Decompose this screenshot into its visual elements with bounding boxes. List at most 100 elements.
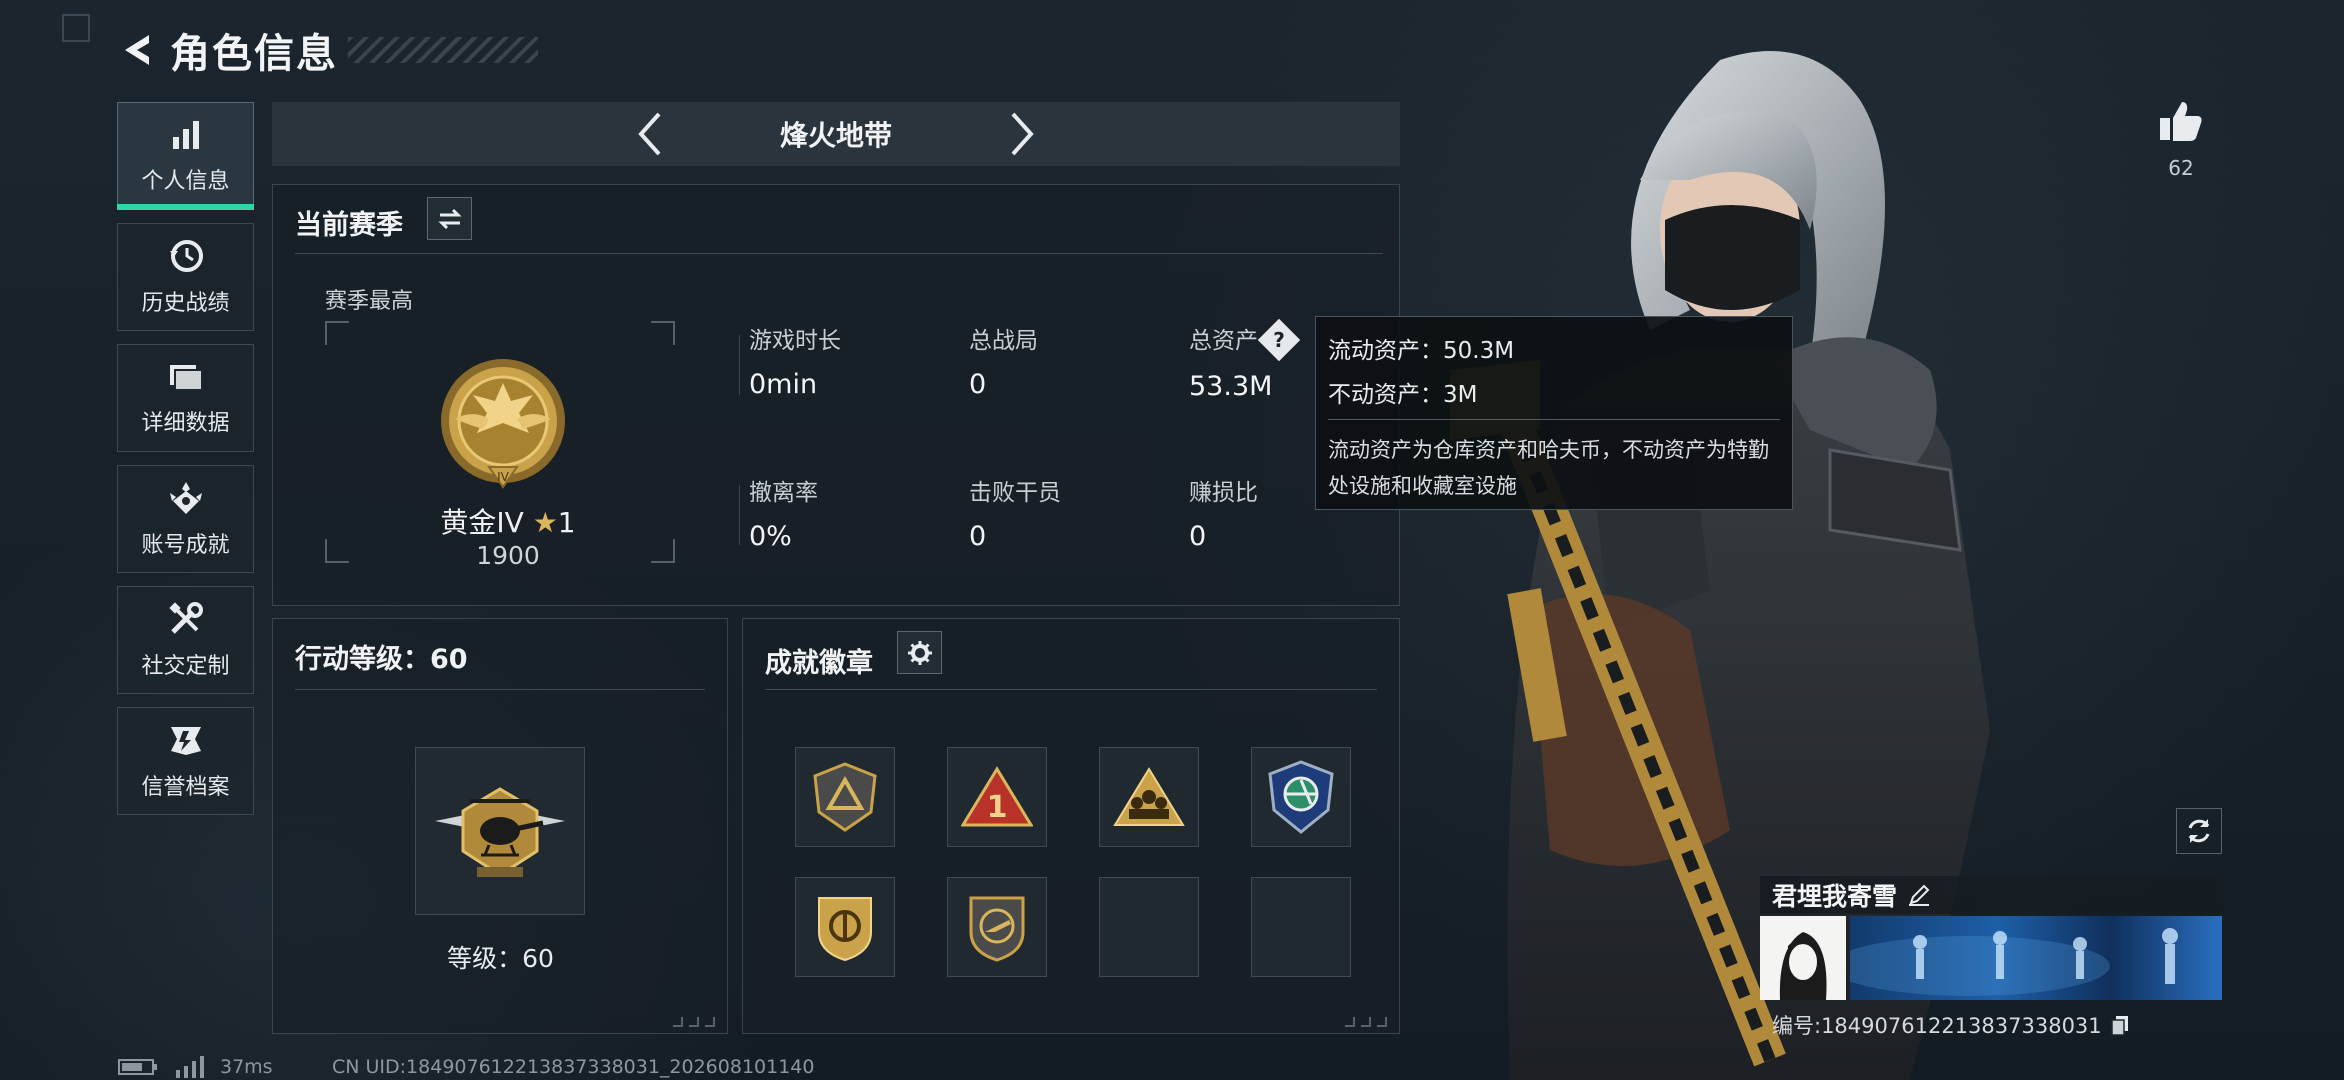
swap-icon [437, 208, 462, 229]
profile-name: 君埋我寄雪 [1772, 882, 1898, 911]
ping-value: 37ms [220, 1056, 273, 1078]
badge-slot[interactable]: 1 [947, 747, 1047, 847]
badge-slot-empty[interactable] [1099, 877, 1199, 977]
back-button[interactable] [118, 30, 158, 70]
copy-icon[interactable] [2110, 1014, 2130, 1036]
title-decoration [348, 37, 538, 63]
back-arrow-icon [125, 35, 149, 65]
squad-triangle-badge-icon [1113, 767, 1185, 826]
profile-cards [1760, 916, 2222, 1000]
rank-name: 黄金IV [440, 506, 524, 539]
stat-label: 游戏时长 [749, 328, 841, 354]
tooltip-liquid-assets: 流动资产：50.3M [1328, 338, 1515, 364]
number-one-badge-icon: 1 [961, 766, 1033, 827]
round-shield-badge-icon [818, 897, 872, 962]
sidebar-item-social[interactable]: 社交定制 [117, 586, 254, 694]
rank-stars: 1 [557, 506, 576, 539]
achievement-badges-panel: 成就徽章 1 [742, 618, 1400, 1034]
sidebar-item-label: 账号成就 [141, 533, 230, 558]
star-icon: ★ [532, 506, 558, 539]
thumbs-up-icon [2160, 102, 2202, 141]
prev-mode-button[interactable] [630, 108, 670, 160]
avatar-illustration-icon [1760, 916, 1846, 1000]
avatar[interactable] [1760, 916, 1846, 1000]
profile-id-row: 编号:18490761221383733803​1 [1760, 1010, 2222, 1040]
achievement-icon [169, 482, 202, 514]
refresh-icon [2188, 819, 2210, 843]
stat-total-matches: 总战局 0 [969, 321, 1038, 400]
stat-extract-rate: 撤离率 0% [749, 473, 818, 552]
sidebar-item-label: 个人信息 [141, 169, 230, 194]
tools-icon [168, 602, 203, 634]
page-title: 角色信息 [170, 31, 338, 77]
stat-value: 0% [749, 521, 792, 552]
season-panel: 当前赛季 赛季最高 IV 黄金IV ★1 1900 游戏时长 0min 总战局 … [272, 184, 1400, 606]
badge-slot[interactable] [795, 877, 895, 977]
badge-slot[interactable] [1251, 747, 1351, 847]
badge-slot[interactable] [795, 747, 895, 847]
stat-value: 0 [969, 521, 987, 552]
svg-text:IV: IV [497, 470, 510, 484]
stat-label: 总资产? [1189, 318, 1301, 361]
season-switch-button[interactable] [427, 197, 472, 240]
profile-id: 编号:18490761221383733803​1 [1772, 1014, 2102, 1038]
stat-label: 赚损比 [1189, 480, 1258, 506]
divider [295, 253, 1383, 254]
badges-settings-button[interactable] [897, 631, 942, 674]
sidebar-item-achievements[interactable]: 账号成就 [117, 465, 254, 573]
stat-value: 0 [969, 369, 987, 400]
stat-value: 53.3M [1189, 370, 1273, 402]
stat-label: 击败干员 [969, 480, 1061, 506]
battery-icon [118, 1059, 157, 1075]
sidebar-item-reputation[interactable]: 信誉档案 [117, 707, 254, 815]
wing-emblem-badge-icon [1268, 760, 1334, 834]
sidebar-item-label: 信誉档案 [141, 775, 230, 800]
edit-pencil-icon[interactable] [1907, 883, 1931, 907]
sidebar: 个人信息 历史战绩 详细数据 账号成就 社交定制 信誉档案 [117, 102, 254, 828]
tooltip-description: 流动资产为仓库资产和哈夫币，不动资产为特勤处设施和收藏室设施 [1328, 438, 1769, 498]
corner-decoration [1345, 1017, 1387, 1027]
folder-icon [169, 365, 203, 391]
stat-operators-defeated: 击败干员 0 [969, 473, 1061, 552]
refresh-button[interactable] [2176, 808, 2222, 854]
history-clock-icon [169, 240, 203, 272]
mode-selector: 烽火地带 [272, 102, 1400, 166]
gold-rank-badge-icon: IV [441, 359, 565, 489]
help-icon[interactable]: ? [1257, 318, 1301, 361]
tooltip-fixed-assets: 不动资产：3M [1328, 382, 1478, 408]
profile-banner[interactable] [1850, 916, 2222, 1000]
sidebar-item-detail-data[interactable]: 详细数据 [117, 344, 254, 452]
divider [739, 335, 740, 395]
sidebar-item-profile[interactable]: 个人信息 [117, 102, 254, 210]
banner-art-icon [1850, 928, 2178, 996]
like-button[interactable]: 62 [2156, 98, 2206, 180]
sidebar-item-history[interactable]: 历史战绩 [117, 223, 254, 331]
stat-label: 撤离率 [749, 480, 818, 506]
gear-icon [907, 640, 932, 665]
stat-profit-loss-ratio: 赚损比 0 [1189, 473, 1258, 552]
badge-slot[interactable] [1099, 747, 1199, 847]
sidebar-item-label: 历史战绩 [141, 291, 230, 316]
frame-corner [325, 321, 349, 345]
badge-slot-empty[interactable] [1251, 877, 1351, 977]
stat-value: 0 [1189, 521, 1207, 552]
page-header: 角色信息 [118, 22, 538, 78]
reputation-icon [170, 727, 201, 755]
divider [765, 689, 1377, 690]
chevron-right-icon [1011, 112, 1034, 156]
status-bar: 37ms [118, 1056, 273, 1078]
stat-playtime: 游戏时长 0min [749, 321, 841, 400]
sidebar-item-label: 详细数据 [141, 411, 230, 436]
next-mode-button[interactable] [1002, 108, 1042, 160]
mode-title: 烽火地带 [779, 119, 892, 152]
signal-icon [176, 1056, 204, 1078]
corner-decoration [673, 1017, 715, 1027]
bar-chart-icon [172, 121, 199, 149]
no-gun-shield-badge-icon [969, 896, 1025, 962]
badge-slot[interactable] [947, 877, 1047, 977]
stat-label-text: 总资产 [1189, 328, 1258, 354]
helicopter-badge-icon [435, 787, 565, 877]
divider [739, 485, 740, 545]
season-best-label: 赛季最高 [325, 289, 414, 314]
profile-name-row: 君埋我寄雪 [1760, 876, 2222, 914]
